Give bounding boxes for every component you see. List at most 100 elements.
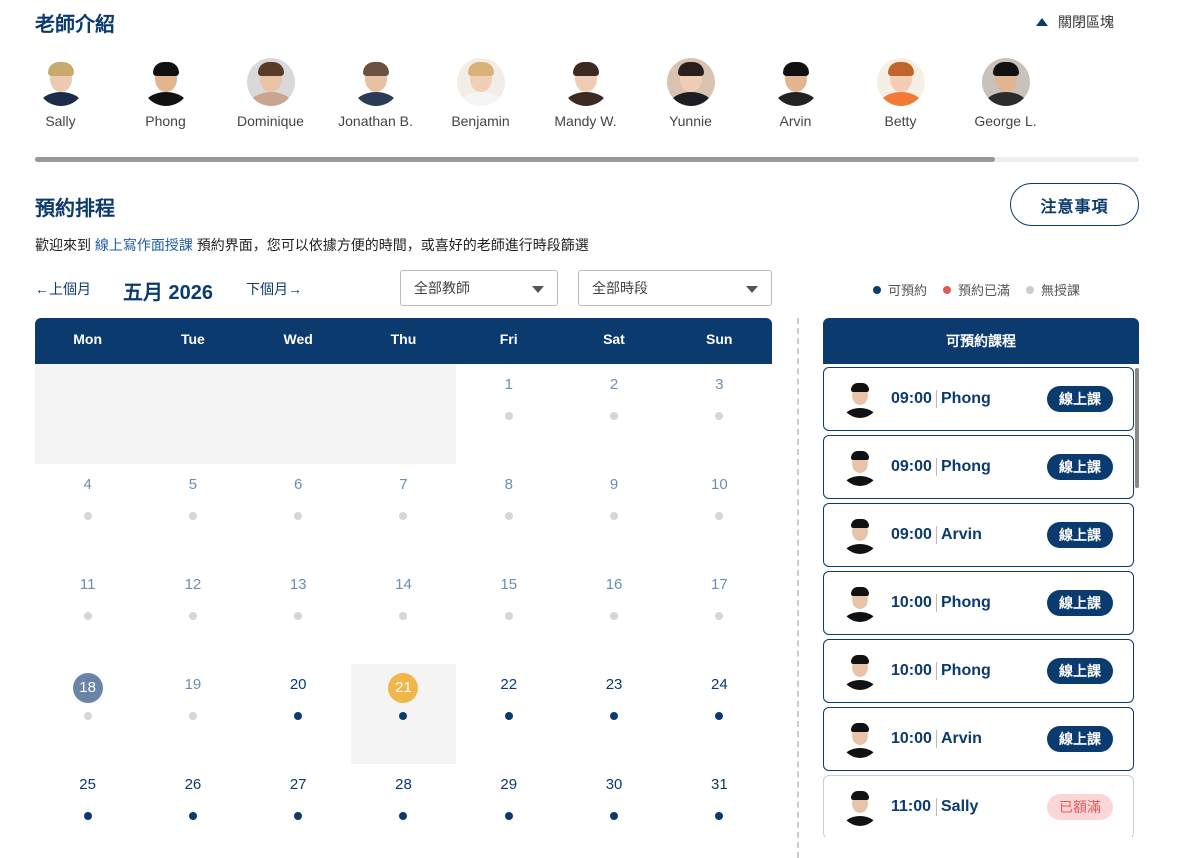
calendar-day[interactable]: 25 (35, 764, 140, 858)
avatar-body (143, 92, 188, 106)
course-slot[interactable]: 10:00 Phong 線上課 (823, 571, 1134, 635)
day-number: 8 (504, 476, 513, 493)
calendar-day[interactable]: 11 (35, 564, 140, 664)
notice-button[interactable]: 注意事項 (1010, 183, 1139, 226)
course-slot[interactable]: 09:00 Phong 線上課 (823, 435, 1134, 499)
welcome-course-link[interactable]: 線上寫作面授課 (95, 237, 193, 253)
availability-dot-icon (399, 712, 408, 720)
slots-list[interactable]: 09:00 Phong 線上課 09:00 Phong 線上課 09:00 Arvin 線上課 1… (823, 367, 1139, 837)
availability-dot-icon (504, 712, 513, 720)
calendar-day[interactable]: 28 (351, 764, 456, 858)
prev-month-link[interactable]: ←上個月 (35, 279, 91, 299)
teacher-scrollbar[interactable] (35, 157, 1139, 162)
slot-separator (936, 798, 937, 816)
weekday-label: Mon (73, 331, 103, 347)
avatar (36, 58, 85, 106)
teacher-card[interactable]: Betty (848, 58, 953, 129)
teacher-card[interactable]: Mandy W. (533, 58, 638, 129)
avatar-body (843, 476, 877, 486)
period-filter-select[interactable]: 全部時段 (578, 270, 772, 306)
calendar-day[interactable]: 21 (350, 664, 457, 764)
day-number: 6 (294, 476, 303, 493)
avatar-body (878, 92, 923, 106)
next-month-link[interactable]: 下個月→ (246, 279, 302, 299)
day-number: 17 (710, 576, 728, 593)
calendar-day[interactable]: 9 (561, 464, 666, 564)
course-slot[interactable]: 09:00 Phong 線上課 (823, 367, 1134, 431)
avatar-hair (851, 587, 869, 596)
day-number: 12 (184, 576, 202, 593)
teacher-name: Mandy W. (554, 113, 617, 129)
course-slot[interactable]: 10:00 Phong 線上課 (823, 639, 1134, 703)
calendar-day[interactable]: 31 (667, 764, 772, 858)
teacher-card[interactable]: Jonathan B. (323, 58, 428, 129)
teacher-card[interactable]: Yunnie (638, 58, 743, 129)
online-class-badge: 線上課 (1047, 658, 1113, 684)
calendar-day[interactable]: 5 (140, 464, 245, 564)
slot-teacher-name: Arvin (941, 526, 982, 543)
calendar-day[interactable]: 16 (561, 564, 666, 664)
teacher-card[interactable]: Phong (113, 58, 218, 129)
calendar-day[interactable]: 15 (456, 564, 561, 664)
welcome-prefix: 歡迎來到 (35, 237, 91, 253)
calendar-day[interactable]: 29 (456, 764, 561, 858)
teacher-card[interactable]: Benjamin (428, 58, 533, 129)
calendar-empty-cell (245, 364, 351, 464)
calendar-day[interactable]: 20 (246, 664, 351, 764)
calendar-day[interactable]: 4 (35, 464, 140, 564)
availability-dot-icon (504, 812, 513, 820)
today-marker: 21 (388, 673, 419, 703)
avatar-hair (851, 723, 869, 732)
calendar-day[interactable]: 30 (561, 764, 666, 858)
avatar-hair (992, 62, 1019, 76)
weekday-label: Thu (390, 331, 417, 347)
day-number: 7 (399, 476, 408, 493)
avatar-body (458, 92, 503, 106)
calendar-day[interactable]: 27 (246, 764, 351, 858)
course-slot[interactable]: 09:00 Arvin 線上課 (823, 503, 1134, 567)
calendar-day[interactable]: 17 (667, 564, 772, 664)
calendar-day[interactable]: 6 (246, 464, 351, 564)
slots-scrollbar[interactable] (1135, 368, 1139, 488)
legend-item: 可預約 (873, 280, 927, 299)
calendar-day[interactable]: 1 (456, 364, 561, 464)
teacher-name: Jonathan B. (338, 113, 413, 129)
avatar-hair (851, 451, 869, 460)
calendar-day[interactable]: 23 (561, 664, 666, 764)
calendar-day[interactable]: 26 (140, 764, 245, 858)
course-slot[interactable]: 11:00 Sally 已額滿 (823, 775, 1134, 837)
close-block-button[interactable]: 關閉區塊 (1036, 12, 1114, 32)
calendar-day[interactable]: 13 (246, 564, 351, 664)
teacher-avatar (841, 652, 879, 690)
teacher-card[interactable]: Dominique (218, 58, 323, 129)
legend-item: 預約已滿 (943, 280, 1010, 299)
calendar-day[interactable]: 12 (140, 564, 245, 664)
calendar-day[interactable]: 22 (456, 664, 561, 764)
availability-dot-icon (294, 512, 303, 520)
calendar-day[interactable]: 19 (140, 664, 245, 764)
teacher-scrollbar-thumb[interactable] (35, 157, 995, 162)
calendar-day[interactable]: 8 (456, 464, 561, 564)
slot-teacher-name: Phong (941, 662, 991, 679)
avatar-body (773, 92, 818, 106)
calendar-day[interactable]: 14 (351, 564, 456, 664)
calendar-day[interactable]: 7 (351, 464, 456, 564)
online-class-badge: 線上課 (1047, 454, 1113, 480)
avatar (666, 58, 715, 106)
teacher-name: Benjamin (451, 113, 510, 129)
availability-dot-icon (504, 612, 513, 620)
course-slot[interactable]: 10:00 Arvin 線上課 (823, 707, 1134, 771)
day-number: 11 (79, 576, 96, 593)
calendar-day[interactable]: 24 (667, 664, 772, 764)
slot-time: 09:00 (891, 390, 932, 407)
teacher-card[interactable]: Arvin (743, 58, 848, 129)
calendar-day[interactable]: 18 (35, 664, 140, 764)
calendar-day[interactable]: 3 (667, 364, 772, 464)
teacher-filter-select[interactable]: 全部教師 (400, 270, 558, 306)
calendar-day[interactable]: 10 (667, 464, 772, 564)
calendar-day[interactable]: 2 (561, 364, 666, 464)
teacher-card[interactable]: Sally (8, 58, 113, 129)
slot-time: 11:00 (891, 798, 932, 815)
teacher-card[interactable]: George L. (953, 58, 1058, 129)
calendar-weekday-header: Mon Tue Wed Thu Fri Sat Sun (35, 318, 772, 364)
